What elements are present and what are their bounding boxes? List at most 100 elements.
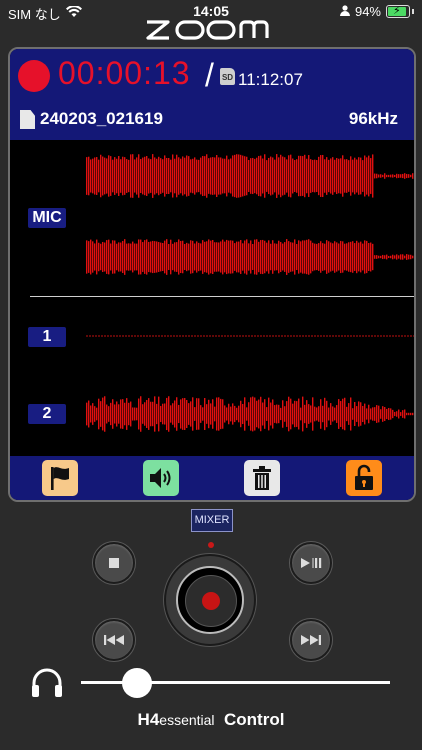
waveform-bar (368, 243, 370, 271)
waveform-bar (354, 402, 356, 426)
waveform-bar (298, 155, 300, 197)
waveform-bar (346, 406, 348, 422)
waveform-bar (98, 398, 100, 430)
waveform-bar (188, 243, 190, 271)
file-icon (20, 110, 35, 129)
waveform-display (86, 154, 414, 432)
waveform-bar (106, 404, 108, 424)
waveform-bar (344, 159, 346, 193)
play-pause-button[interactable] (290, 542, 332, 584)
waveform-bar (226, 155, 228, 197)
waveform-bar (184, 397, 186, 431)
waveform-bar (358, 157, 360, 195)
waveform-bar (172, 243, 174, 271)
waveform-bar (280, 154, 282, 198)
waveform-bar (368, 404, 370, 424)
fast-forward-icon (301, 635, 321, 645)
waveform-bar (360, 402, 362, 426)
waveform-bar (300, 155, 302, 197)
waveform-bar (408, 254, 410, 260)
waveform-bar (390, 174, 392, 178)
waveform-bar (148, 241, 150, 273)
waveform-bar (376, 173, 378, 179)
waveform-bar (104, 157, 106, 195)
waveform-bar (98, 242, 100, 272)
waveform-bar (182, 398, 184, 430)
waveform-bar (350, 241, 352, 273)
lock-button[interactable] (346, 460, 382, 496)
waveform-bar (364, 240, 366, 274)
waveform-bar (308, 404, 310, 424)
waveform-bar (336, 405, 338, 423)
waveform-bar (284, 242, 286, 272)
mark-button[interactable] (42, 460, 78, 496)
speaker-button[interactable] (143, 460, 179, 496)
waveform-bar (314, 243, 316, 271)
battery-icon: ⚡ (386, 5, 410, 18)
waveform-bar (286, 159, 288, 193)
waveform-bar (276, 154, 278, 198)
waveform-bar (136, 243, 138, 271)
waveform-bar (164, 403, 166, 425)
delete-button[interactable] (244, 460, 280, 496)
waveform-bar (372, 407, 374, 421)
waveform-bar (408, 412, 410, 416)
waveform-bar (88, 400, 90, 428)
rewind-button[interactable] (93, 619, 135, 661)
record-icon (202, 592, 220, 610)
waveform-bar (316, 407, 318, 421)
waveform-bar (200, 243, 202, 271)
mixer-button[interactable]: MIXER (191, 509, 233, 532)
waveform-bar (168, 396, 170, 432)
waveform-bar (246, 156, 248, 196)
waveform-bar (116, 243, 118, 271)
waveform-bar (294, 239, 296, 275)
waveform-bar (150, 159, 152, 193)
waveform-bar (280, 241, 282, 273)
waveform-bar (228, 240, 230, 274)
waveform-bar (130, 401, 132, 427)
record-button[interactable] (166, 556, 254, 644)
waveform-bar (266, 242, 268, 272)
waveform-bar (338, 399, 340, 429)
waveform-bar (328, 159, 330, 193)
brand-model: H4 (137, 710, 160, 729)
waveform-bar (276, 243, 278, 271)
waveform-bar (278, 157, 280, 195)
waveform-bar (400, 254, 402, 260)
waveform-bar (366, 408, 368, 420)
waveform-bar (90, 239, 92, 275)
waveform-bar (292, 403, 294, 425)
waveform-bar (242, 155, 244, 197)
fast-forward-button[interactable] (290, 619, 332, 661)
waveform-bar (158, 156, 160, 196)
waveform-bar (222, 399, 224, 429)
waveform-bar (238, 405, 240, 423)
waveform-bar (236, 241, 238, 273)
waveform-bar (324, 397, 326, 431)
waveform-bar (150, 401, 152, 427)
volume-slider-thumb[interactable] (122, 668, 153, 698)
waveform-bar (162, 403, 164, 425)
waveform-bar (318, 156, 320, 196)
waveform-bar (248, 243, 250, 271)
waveform-bar (220, 157, 222, 195)
waveform-bar (136, 157, 138, 195)
waveform-bar (360, 157, 362, 195)
waveform-bar (136, 407, 138, 421)
waveform-bar (298, 240, 300, 274)
waveform-bar (346, 159, 348, 193)
waveform-bar (324, 159, 326, 193)
waveform-bar (180, 240, 182, 274)
waveform-bar (232, 240, 234, 274)
stop-button[interactable] (93, 542, 135, 584)
waveform-bar (324, 243, 326, 271)
waveform-bar (270, 243, 272, 271)
waveform-bar (190, 401, 192, 427)
waveform-bar (254, 397, 256, 431)
waveform-bar (262, 239, 264, 275)
waveform-bar (110, 243, 112, 271)
file-name[interactable]: 240203_021619 (40, 109, 163, 129)
waveform-bar (208, 158, 210, 194)
waveform-bar (216, 397, 218, 431)
